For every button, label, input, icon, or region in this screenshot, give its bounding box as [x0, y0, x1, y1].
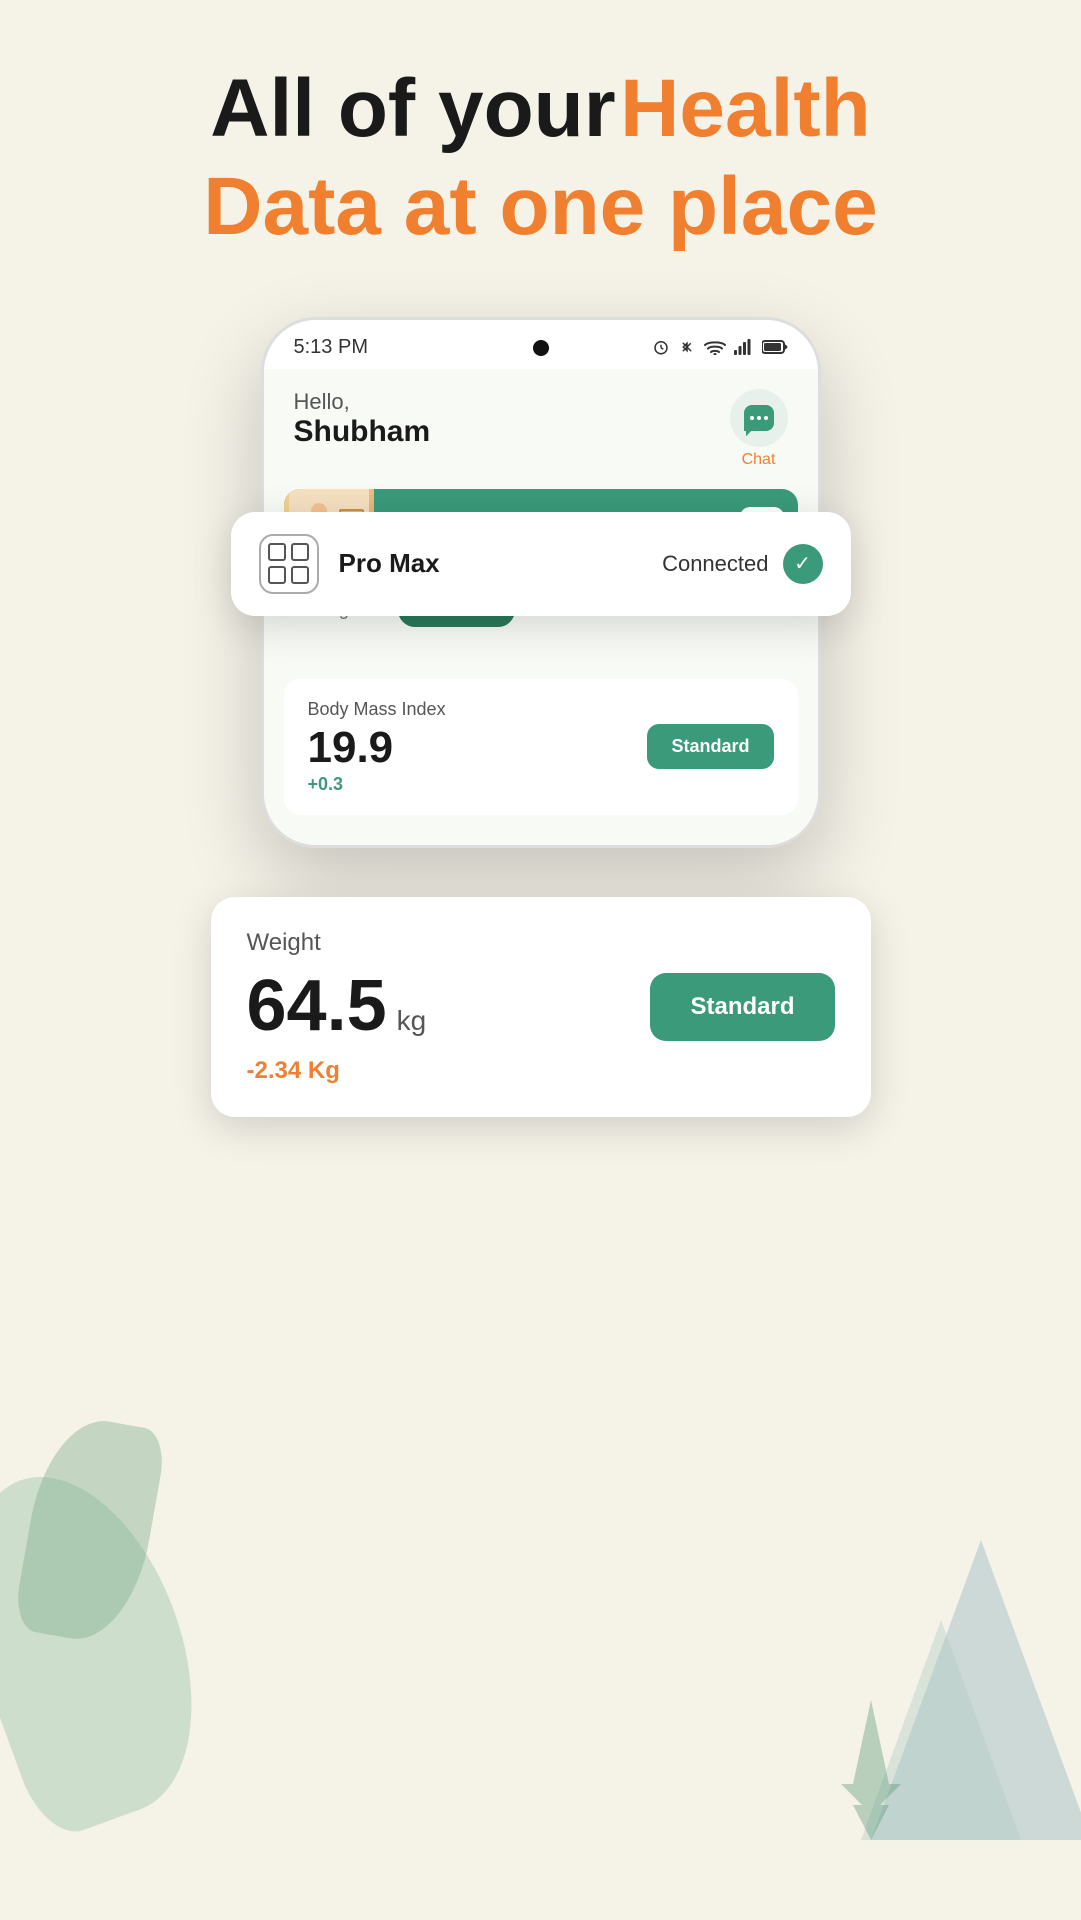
- bmi-label: Body Mass Index: [308, 699, 446, 720]
- hero-line1-black: All of your: [210, 63, 615, 154]
- greeting-name: Shubham: [294, 415, 431, 449]
- weight-label: Weight: [247, 929, 427, 957]
- promax-name: Pro Max: [339, 548, 440, 579]
- status-time: 5:13 PM: [294, 336, 368, 359]
- bmi-value: 19.9: [308, 726, 446, 770]
- hero-line1-orange: Health: [620, 63, 871, 154]
- chat-bubble-icon: [744, 405, 774, 431]
- weight-value-row: 64.5 kg: [247, 965, 427, 1047]
- phone-lower: Body Mass Index 19.9 +0.3 Standard: [264, 665, 818, 845]
- bmi-change: +0.3: [308, 774, 446, 795]
- promax-card: Pro Max Connected ✓: [231, 512, 851, 616]
- weight-standard-button[interactable]: Standard: [650, 973, 834, 1041]
- weight-change: -2.34 Kg: [247, 1057, 427, 1085]
- chat-label: Chat: [742, 451, 776, 469]
- wifi-icon: [704, 339, 726, 355]
- greeting-text: Hello,: [294, 389, 431, 415]
- hero-title: All of your Health Data at one place: [163, 60, 917, 257]
- status-icons: [652, 338, 788, 356]
- weight-card: Weight 64.5 kg -2.34 Kg Standard: [211, 897, 871, 1117]
- camera-notch: [533, 340, 549, 356]
- chat-dot-1: [750, 416, 754, 420]
- bmi-info: Body Mass Index 19.9 +0.3: [308, 699, 446, 795]
- greeting-section: Hello, Shubham: [294, 389, 431, 449]
- app-header: Hello, Shubham Chat: [264, 369, 818, 489]
- hero-line2-orange: Data at one place: [203, 161, 877, 252]
- chat-dot-2: [757, 416, 761, 420]
- promax-device-icon: [259, 534, 319, 594]
- chat-button[interactable]: Chat: [730, 389, 788, 469]
- bluetooth-icon: [678, 338, 696, 356]
- weight-unit: kg: [397, 1005, 427, 1037]
- battery-icon: [762, 339, 788, 355]
- signal-icon: [734, 339, 754, 355]
- chat-icon-circle: [730, 389, 788, 447]
- connected-check-icon: ✓: [783, 544, 823, 584]
- promax-status: Connected: [662, 551, 768, 577]
- status-bar: 5:13 PM: [264, 320, 818, 369]
- alarm-icon: [652, 338, 670, 356]
- weight-number: 64.5: [247, 965, 387, 1047]
- weight-info: Weight 64.5 kg -2.34 Kg: [247, 929, 427, 1085]
- bmi-standard-button[interactable]: Standard: [647, 724, 773, 769]
- chat-dot-3: [764, 416, 768, 420]
- bmi-card: Body Mass Index 19.9 +0.3 Standard: [284, 679, 798, 815]
